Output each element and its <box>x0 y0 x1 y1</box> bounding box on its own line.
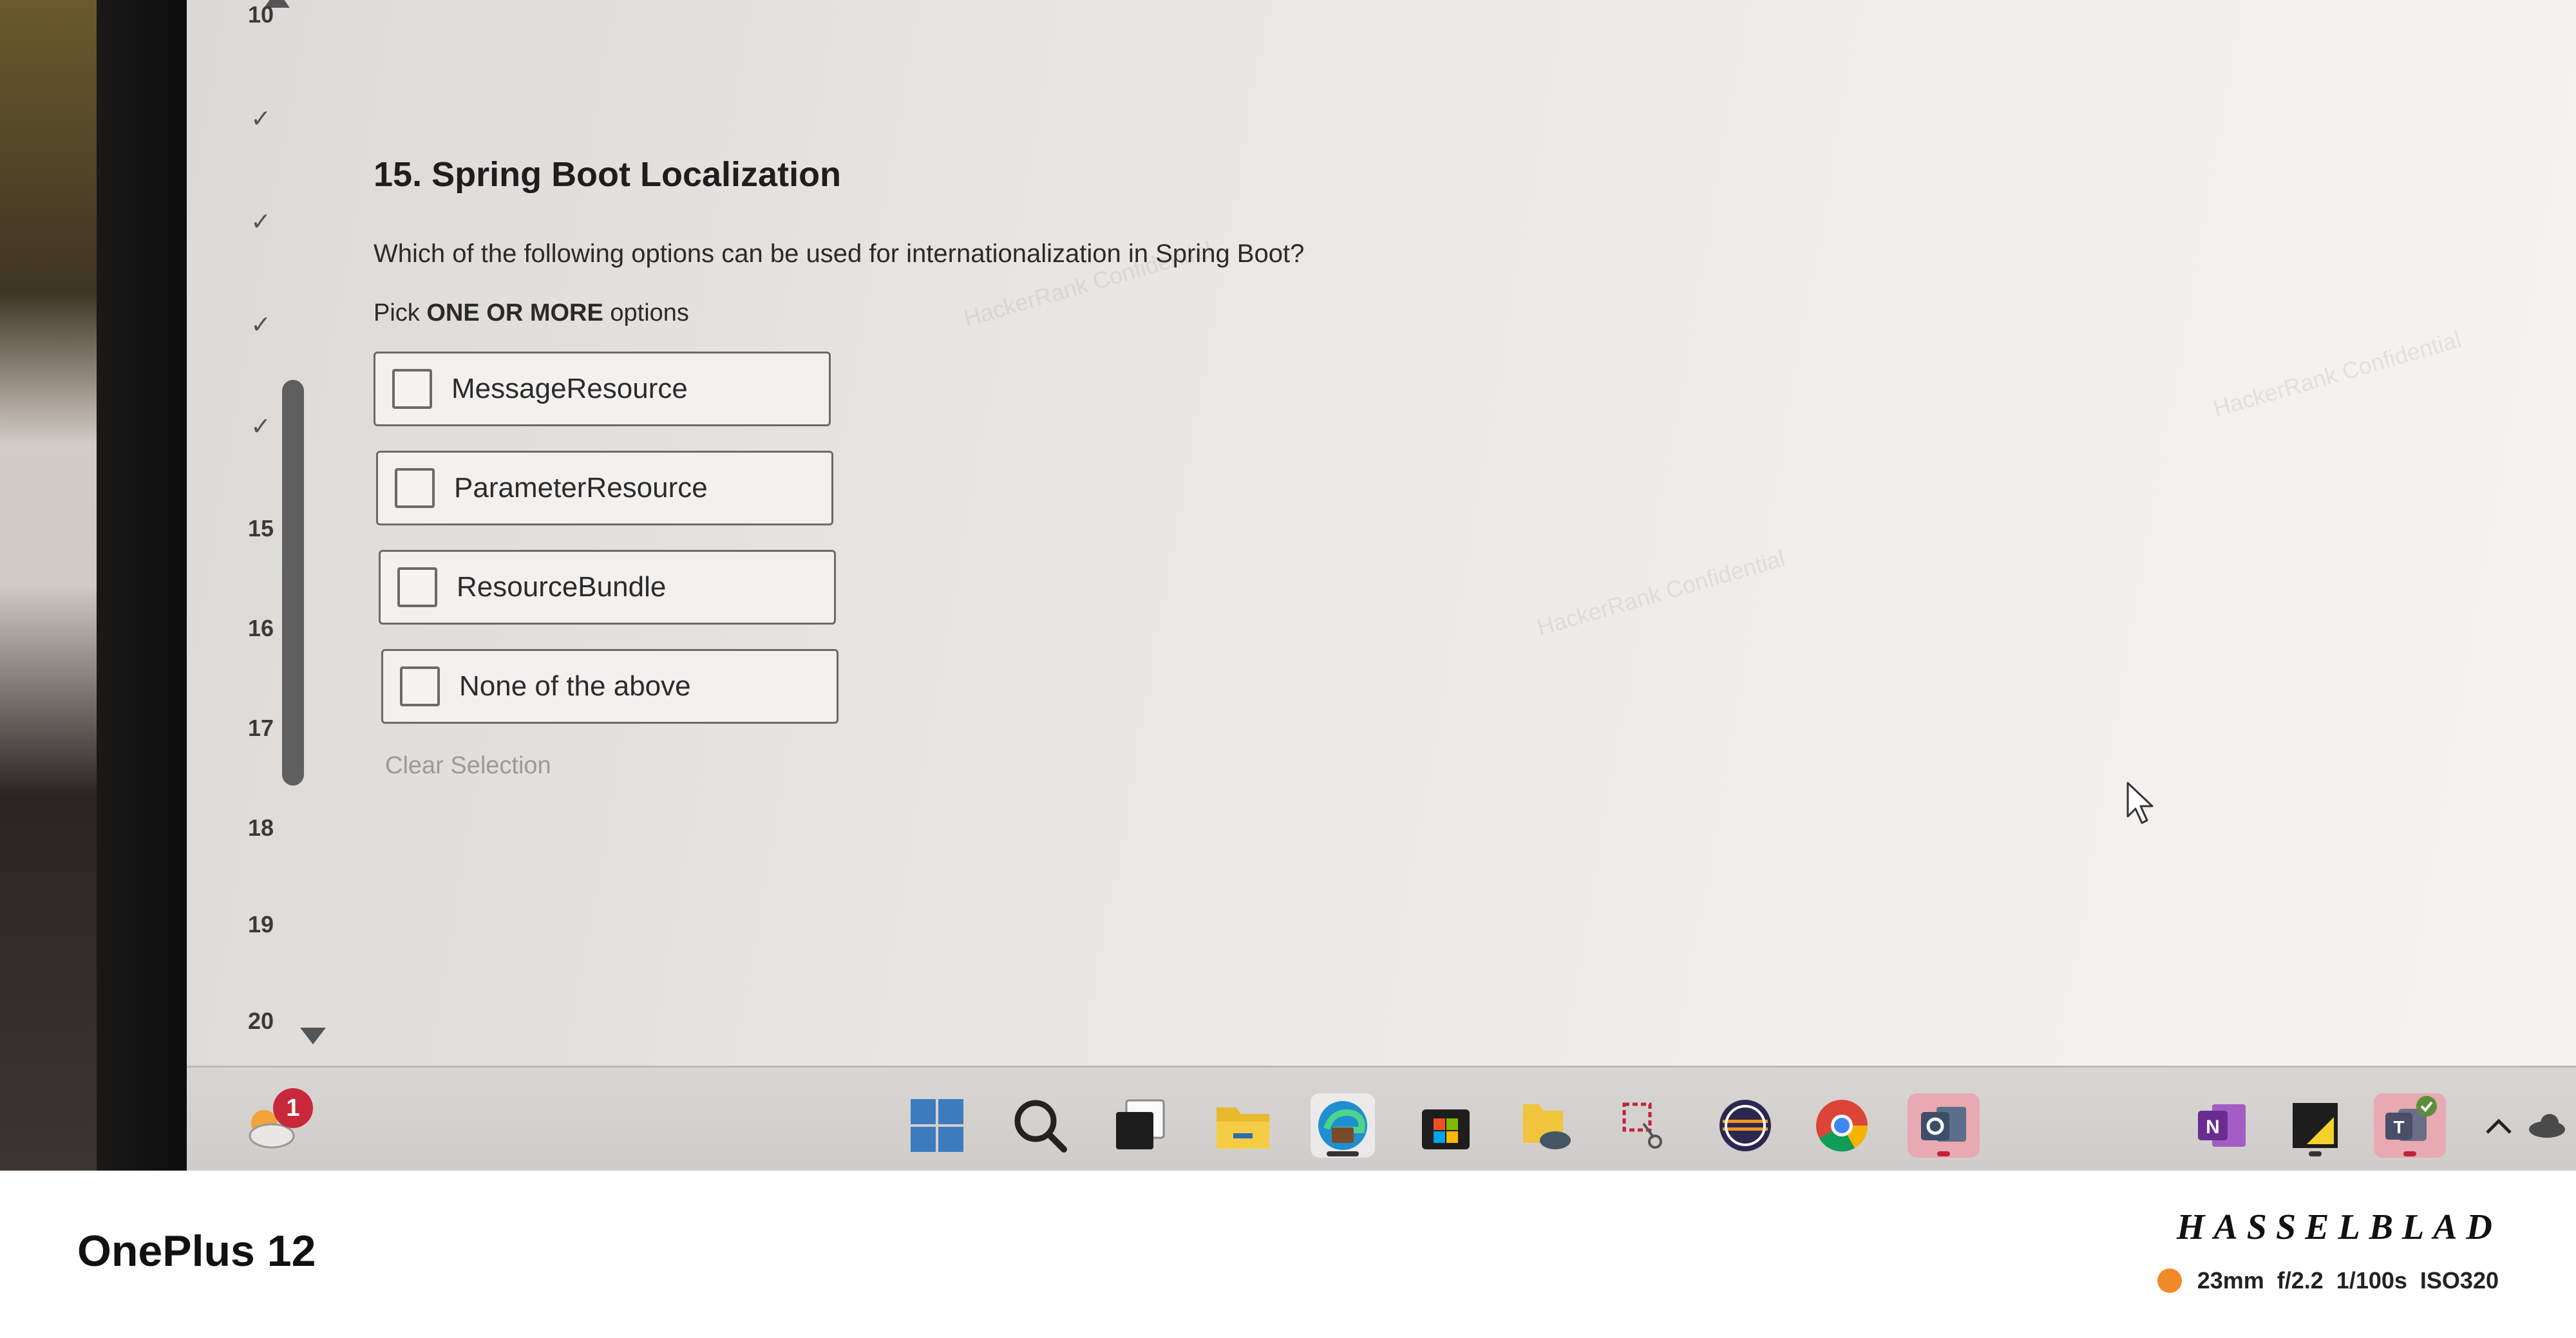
pick-instruction: Pick ONE OR MORE options <box>374 299 1984 327</box>
laptop-bezel <box>97 0 193 1171</box>
device-name: OnePlus 12 <box>77 1227 316 1276</box>
cloud-icon[interactable] <box>2524 1093 2570 1158</box>
file-explorer-icon[interactable] <box>1211 1093 1275 1158</box>
answered-check-icon[interactable]: ✓ <box>213 207 309 236</box>
option-parameter-resource[interactable]: ParameterResource <box>376 451 833 525</box>
answered-check-icon[interactable]: ✓ <box>213 310 309 339</box>
camera-footer: OnePlus 12 HASSELBLAD 23mm f/2.2 1/100s … <box>0 1171 2576 1338</box>
answered-check-icon[interactable]: ✓ <box>213 104 309 133</box>
question-nav-item-10[interactable]: 10 <box>213 1 309 28</box>
question-text: Which of the following options can be us… <box>374 240 1305 268</box>
notification-badge: 1 <box>273 1088 313 1128</box>
store-icon[interactable] <box>1414 1093 1478 1158</box>
option-label: None of the above <box>459 670 691 702</box>
active-app-indicator <box>1327 1151 1359 1156</box>
edge-icon[interactable] <box>1311 1093 1375 1158</box>
eclipse-icon[interactable] <box>1713 1093 1777 1158</box>
question-title: 15. Spring Boot Localization <box>374 155 842 194</box>
exif-dot-icon <box>2157 1268 2182 1293</box>
question-nav: 10 ✓ ✓ ✓ ✓ 15 16 17 18 19 20 <box>187 0 335 1069</box>
onedrive-folder-icon[interactable] <box>1513 1093 1578 1158</box>
open-app-indicator <box>1937 1151 1950 1156</box>
option-label: ResourceBundle <box>457 571 667 603</box>
search-icon[interactable] <box>1008 1093 1072 1158</box>
option-checkbox[interactable] <box>400 666 440 706</box>
windows-start-icon[interactable] <box>905 1093 969 1158</box>
chrome-icon[interactable] <box>1810 1093 1874 1158</box>
question-nav-item-19[interactable]: 19 <box>213 911 309 938</box>
option-checkbox[interactable] <box>395 468 435 508</box>
snipping-tool-icon[interactable] <box>1613 1093 1678 1158</box>
question-nav-item-18[interactable]: 18 <box>213 815 309 842</box>
open-app-indicator <box>2403 1151 2416 1156</box>
taskbar: 1 N T <box>187 1066 2576 1171</box>
tray-chevron-icon[interactable] <box>2479 1093 2518 1158</box>
laptop-screen: 10 ✓ ✓ ✓ ✓ 15 16 17 18 19 20 HackerRank … <box>187 0 2576 1171</box>
sticky-notes-icon[interactable] <box>2283 1093 2347 1158</box>
camera-brand-logo: HASSELBLAD <box>2176 1207 2501 1247</box>
option-none-of-the-above[interactable]: None of the above <box>381 649 838 724</box>
photo-area: 10 ✓ ✓ ✓ ✓ 15 16 17 18 19 20 HackerRank … <box>0 0 2576 1171</box>
option-label: ParameterResource <box>454 472 708 504</box>
pick-suffix: options <box>603 299 689 326</box>
teams-icon[interactable]: T <box>2374 1093 2446 1158</box>
outlook-icon[interactable] <box>1908 1093 1980 1158</box>
pick-prefix: Pick <box>374 299 427 326</box>
svg-text:T: T <box>2393 1117 2404 1137</box>
clear-selection-link[interactable]: Clear Selection <box>385 752 1984 780</box>
option-message-resource[interactable]: MessageResource <box>374 352 831 426</box>
nav-scroll-down-icon[interactable] <box>300 1028 326 1044</box>
exif-info: 23mm f/2.2 1/100s ISO320 <box>2157 1267 2499 1294</box>
open-app-indicator <box>2309 1151 2322 1156</box>
question-nav-item-20[interactable]: 20 <box>213 1008 309 1035</box>
exif-text: 23mm f/2.2 1/100s ISO320 <box>2197 1267 2499 1294</box>
pick-emphasis: ONE OR MORE <box>426 299 603 326</box>
nav-scrollbar[interactable] <box>282 380 304 786</box>
svg-text:N: N <box>2206 1117 2220 1138</box>
option-checkbox[interactable] <box>392 369 432 409</box>
option-resource-bundle[interactable]: ResourceBundle <box>379 550 836 625</box>
task-view-icon[interactable] <box>1108 1093 1172 1158</box>
onenote-icon[interactable]: N <box>2190 1093 2254 1158</box>
question-panel: 15. Spring Boot Localization Which of th… <box>374 155 1984 780</box>
watermark: HackerRank Confidential <box>2210 325 2465 422</box>
option-label: MessageResource <box>451 373 688 404</box>
option-checkbox[interactable] <box>397 567 437 607</box>
